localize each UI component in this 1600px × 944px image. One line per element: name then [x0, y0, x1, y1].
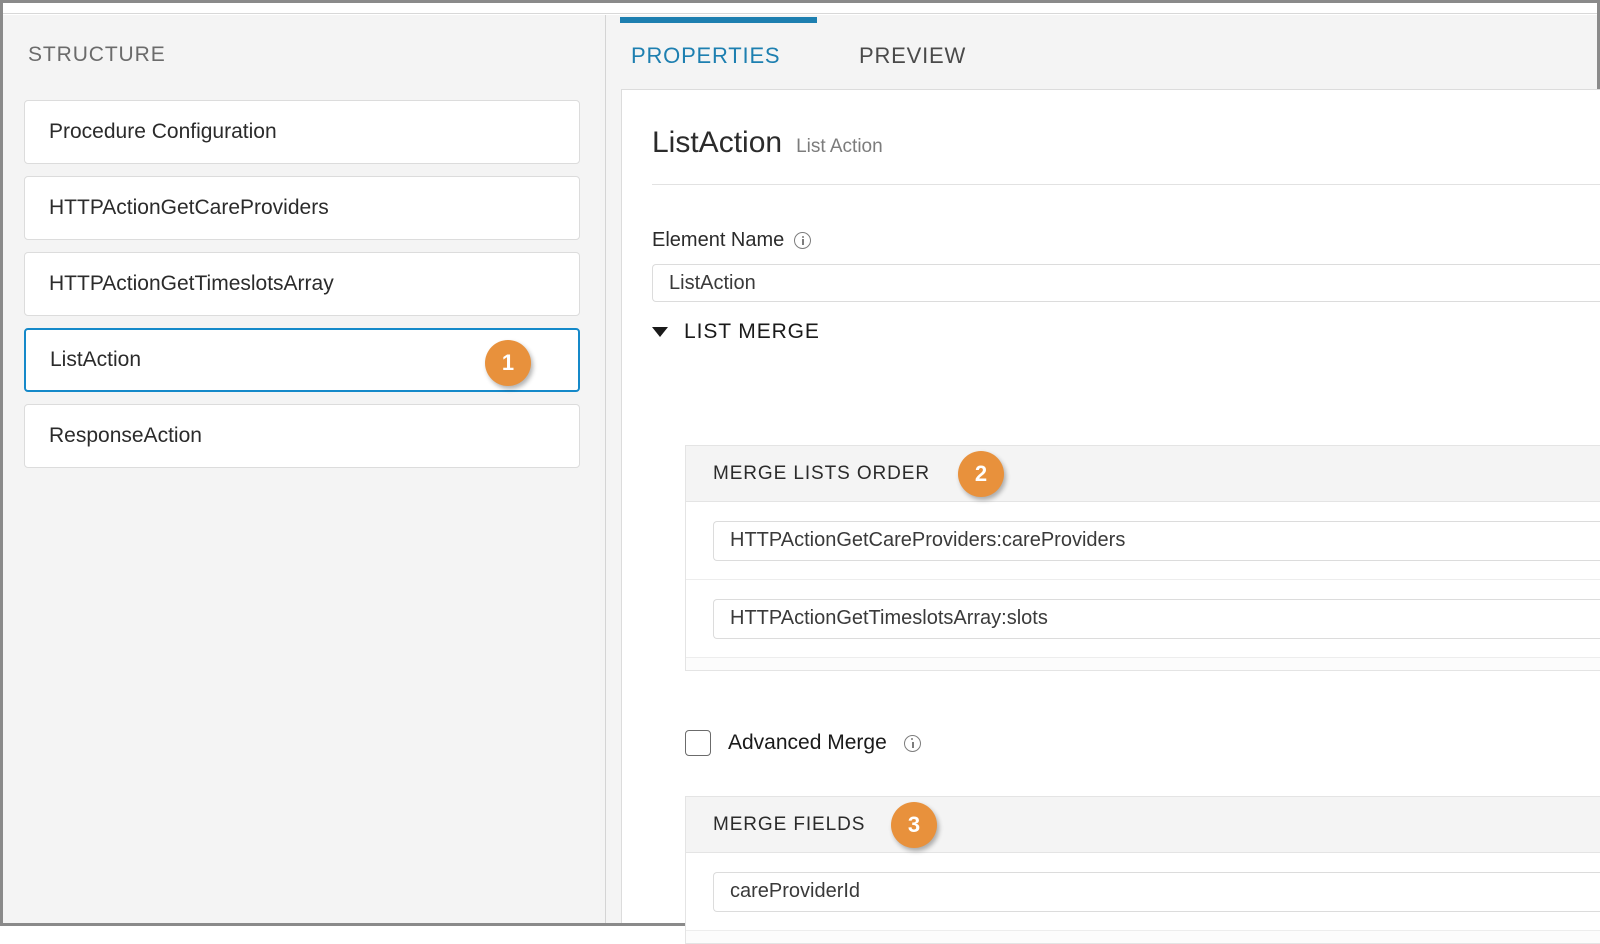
info-icon[interactable] [903, 734, 921, 752]
list-merge-section-header[interactable]: LIST MERGE [652, 320, 820, 344]
merge-fields-panel: MERGE FIELDS 3 [685, 796, 1600, 944]
card-header: ListAction List Action [652, 126, 883, 160]
merge-fields-row [686, 853, 1600, 931]
structure-panel-title: STRUCTURE [28, 43, 166, 66]
annotation-badge-2: 2 [958, 451, 1004, 497]
advanced-merge-checkbox[interactable] [685, 730, 711, 756]
tab-bar: PROPERTIES PREVIEW [606, 15, 1597, 89]
element-name-label: Element Name [652, 229, 785, 251]
page-title: ListAction [652, 126, 783, 159]
structure-panel: STRUCTURE Procedure Configuration HTTPAc… [3, 15, 606, 923]
merge-lists-order-row [686, 580, 1600, 658]
merge-lists-order-header: MERGE LISTS ORDER 2 [686, 446, 1600, 502]
info-icon[interactable] [794, 232, 812, 249]
merge-fields-header-label: MERGE FIELDS [713, 813, 866, 835]
structure-item-label: Procedure Configuration [49, 120, 277, 143]
advanced-merge-row: Advanced Merge [685, 730, 921, 756]
structure-item-httpactiongetcareproviders[interactable]: HTTPActionGetCareProviders [24, 176, 580, 240]
advanced-merge-label: Advanced Merge [728, 731, 887, 754]
merge-fields-header: MERGE FIELDS 3 [686, 797, 1600, 853]
structure-item-procedure-configuration[interactable]: Procedure Configuration [24, 100, 580, 164]
structure-item-httpactiongettimeslotsarray[interactable]: HTTPActionGetTimeslotsArray [24, 252, 580, 316]
structure-item-label: HTTPActionGetTimeslotsArray [49, 272, 334, 295]
merge-lists-order-header-label: MERGE LISTS ORDER [713, 462, 930, 484]
tab-preview[interactable]: PREVIEW [859, 43, 966, 69]
properties-content-card: ListAction List Action Element Name LIST… [621, 89, 1600, 944]
merge-list-input-2[interactable] [713, 598, 1600, 639]
app-body: STRUCTURE Procedure Configuration HTTPAc… [3, 15, 1600, 944]
chevron-down-icon[interactable] [652, 327, 668, 337]
structure-item-listaction[interactable]: ListAction 1 [24, 328, 580, 392]
page-subtitle: List Action [796, 136, 883, 157]
structure-item-responseaction[interactable]: ResponseAction [24, 404, 580, 468]
element-name-input[interactable] [652, 264, 1600, 302]
properties-panel: PROPERTIES PREVIEW ListAction List Actio… [606, 15, 1600, 944]
merge-field-input-1[interactable] [713, 871, 1600, 912]
structure-item-label: ResponseAction [49, 424, 202, 447]
annotation-badge-1: 1 [485, 340, 531, 386]
merge-fields-footer [686, 931, 1600, 943]
merge-lists-order-footer [686, 658, 1600, 670]
merge-lists-order-panel: MERGE LISTS ORDER 2 [685, 445, 1600, 671]
active-tab-indicator [620, 17, 817, 23]
app-window: STRUCTURE Procedure Configuration HTTPAc… [0, 0, 1600, 944]
header-divider [652, 184, 1600, 185]
annotation-badge-3: 3 [891, 802, 937, 848]
structure-item-label: ListAction [50, 348, 142, 371]
element-name-label-group: Element Name [652, 229, 812, 252]
list-merge-section-label: LIST MERGE [684, 320, 820, 343]
structure-item-label: HTTPActionGetCareProviders [49, 196, 329, 219]
merge-list-input-1[interactable] [713, 520, 1600, 561]
merge-lists-order-row [686, 502, 1600, 580]
structure-list: Procedure Configuration HTTPActionGetCar… [24, 100, 580, 480]
tab-properties[interactable]: PROPERTIES [631, 43, 780, 69]
window-top-strip [3, 3, 1597, 14]
